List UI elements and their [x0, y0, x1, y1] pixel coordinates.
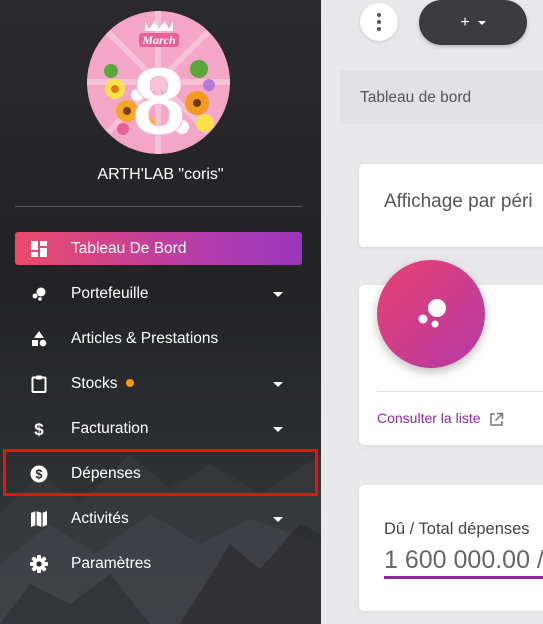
dashboard-icon: [29, 239, 49, 259]
chevron-down-icon[interactable]: [273, 427, 283, 432]
sidebar-nav: Tableau De Bord Portefeuille Articles & …: [15, 232, 302, 592]
dot-icon: [377, 13, 381, 17]
period-display-label: Affichage par péri: [384, 191, 533, 212]
sidebar-item-tableau-de-bord[interactable]: Tableau De Bord: [15, 232, 302, 265]
sidebar-item-label: Articles & Prestations: [71, 330, 219, 347]
sidebar-divider: [15, 206, 302, 207]
sidebar-item-label: Stocks: [71, 375, 134, 393]
march-8-logo-icon: March 8: [87, 11, 230, 154]
chevron-down-icon: [477, 21, 486, 25]
svg-text:$: $: [34, 420, 44, 438]
chevron-down-icon[interactable]: [273, 517, 283, 522]
sidebar-item-label: Tableau De Bord: [71, 240, 187, 257]
sidebar-item-facturation[interactable]: $ Facturation: [15, 412, 302, 445]
sidebar-item-portefeuille[interactable]: Portefeuille: [15, 277, 302, 310]
sidebar-item-label: Paramètres: [71, 555, 152, 572]
chevron-down-icon[interactable]: [273, 382, 283, 387]
notification-dot: [125, 378, 134, 387]
sidebar-item-parametres[interactable]: Paramètres: [15, 547, 302, 580]
expenses-progress-line: [384, 576, 543, 579]
breadcrumb: Tableau de bord: [360, 89, 472, 106]
bubbles-icon: [29, 284, 49, 304]
more-options-button[interactable]: [360, 3, 398, 41]
sidebar: March 8 ARTH'LAB "coris" Tableau De Bord…: [0, 0, 321, 624]
expenses-amount: 1 600 000.00 /: [384, 546, 543, 574]
period-display-card: Affichage par péri: [359, 164, 543, 247]
view-list-link[interactable]: Consulter la liste: [377, 410, 504, 427]
sidebar-item-label: Portefeuille: [71, 285, 149, 302]
company-name: ARTH'LAB "coris": [97, 166, 224, 183]
gear-icon: [29, 554, 49, 574]
external-link-icon: [490, 412, 504, 426]
svg-text:8: 8: [132, 48, 185, 154]
sidebar-item-label: Facturation: [71, 420, 149, 437]
card-divider: [377, 391, 543, 392]
company-logo: March 8: [87, 11, 230, 154]
sidebar-item-label: Activités: [71, 510, 129, 527]
breadcrumb-bar: Tableau de bord: [340, 70, 543, 124]
svg-text:March: March: [141, 33, 176, 47]
sidebar-item-activites[interactable]: Activités: [15, 502, 302, 535]
dollar-icon: $: [29, 419, 49, 439]
selection-highlight: [3, 449, 318, 496]
dot-icon: [377, 27, 381, 31]
bubbles-icon: [418, 299, 446, 328]
add-button-label: +: [460, 13, 470, 31]
sidebar-item-stocks[interactable]: Stocks: [15, 367, 302, 400]
add-dropdown-button[interactable]: +: [419, 0, 527, 45]
shapes-icon: [29, 329, 49, 349]
sidebar-item-articles-prestations[interactable]: Articles & Prestations: [15, 322, 302, 355]
map-icon: [29, 509, 49, 529]
chevron-down-icon[interactable]: [273, 292, 283, 297]
dot-icon: [377, 20, 381, 24]
expenses-label: Dû / Total dépenses: [384, 520, 530, 538]
portfolio-icon-badge: [377, 260, 485, 368]
expenses-card: Dû / Total dépenses 1 600 000.00 /: [359, 485, 543, 611]
clipboard-icon: [29, 374, 49, 394]
